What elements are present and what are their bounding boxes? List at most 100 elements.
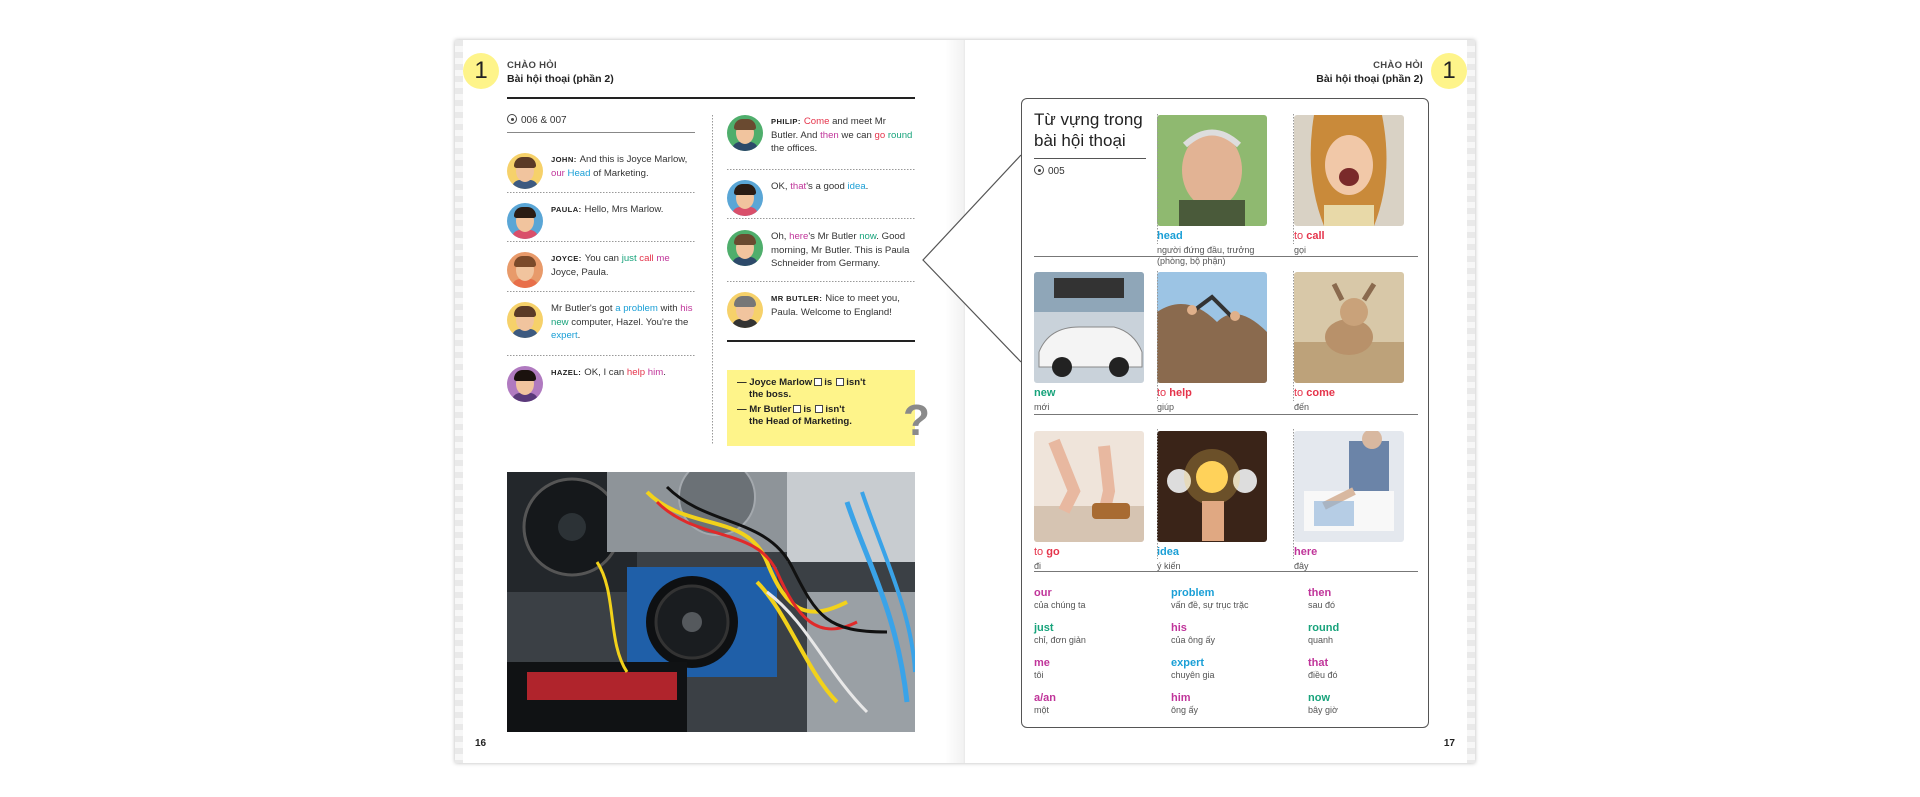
word-list-word: just bbox=[1034, 622, 1054, 634]
avatar-hair bbox=[734, 119, 756, 130]
divider bbox=[1034, 256, 1418, 257]
dialogue-text: PHILIP: Come and meet Mr Butler. And then… bbox=[771, 115, 915, 156]
word-list-item: a/an một bbox=[1034, 692, 1056, 716]
speaker-avatar bbox=[507, 203, 543, 239]
checkbox-isnt[interactable] bbox=[815, 405, 824, 413]
vocab-item-help: to help giúp bbox=[1157, 272, 1267, 413]
dialogue-text: Oh, here's Mr Butler now. Good morning, … bbox=[771, 230, 915, 271]
vocab-highlight: our bbox=[551, 167, 565, 179]
vocab-item-go: to go đi bbox=[1034, 431, 1144, 572]
word-list-word: a/an bbox=[1034, 692, 1057, 704]
word-list-word: problem bbox=[1171, 587, 1215, 599]
dialogue-fragment: Joyce, Paula. bbox=[551, 266, 609, 278]
divider bbox=[507, 132, 695, 133]
word-list-word: our bbox=[1034, 587, 1052, 599]
vocab-highlight: go bbox=[874, 129, 886, 141]
vocab-highlight: expert bbox=[551, 330, 578, 341]
column-divider bbox=[1293, 271, 1294, 401]
chapter-number-badge: 1 bbox=[463, 53, 499, 89]
speaker-avatar bbox=[727, 230, 763, 266]
right-page: CHÀO HỎI Bài hội thoại (phần 2) 1 Từ vựn… bbox=[922, 40, 1475, 763]
checkbox-is[interactable] bbox=[793, 405, 802, 413]
vocab-highlight: him bbox=[647, 367, 664, 378]
dialogue-fragment: 's a good bbox=[806, 181, 848, 192]
quiz-box: — Joyce Marlow is isn't the boss. — Mr Butle… bbox=[727, 370, 915, 446]
dialogue-fragment: Oh, bbox=[771, 231, 790, 242]
speaker-name: PHILIP: bbox=[771, 117, 801, 126]
dialogue-text: HAZEL: OK, I can help him. bbox=[551, 366, 666, 380]
vocab-word-text: go bbox=[1046, 546, 1060, 558]
word-list-translation: của ông ấy bbox=[1171, 635, 1216, 645]
avatar-hair bbox=[734, 296, 756, 307]
vocab-highlight: Come bbox=[803, 116, 830, 127]
column-divider bbox=[1293, 114, 1294, 244]
vocab-highlight: now bbox=[859, 231, 877, 242]
vocab-word-text: head bbox=[1157, 230, 1183, 242]
speaker-name: PAULA: bbox=[551, 205, 582, 214]
vocab-photo bbox=[1294, 272, 1404, 383]
word-list-item: round quanh bbox=[1308, 622, 1339, 646]
vocab-highlight: Head bbox=[567, 167, 591, 179]
dialogue-fragment: . bbox=[663, 367, 666, 378]
vocab-highlight: then bbox=[820, 129, 839, 141]
vocab-photo bbox=[1034, 272, 1144, 383]
vocab-word-text: call bbox=[1306, 230, 1325, 242]
vocab-highlight: round bbox=[887, 129, 913, 141]
vocab-translation: giúp bbox=[1157, 402, 1175, 412]
dialogue-line: HAZEL: OK, I can help him. bbox=[507, 366, 695, 402]
word-list-translation: một bbox=[1034, 705, 1050, 715]
speaker-avatar bbox=[727, 115, 763, 151]
word-list-item: his của ông ấy bbox=[1171, 622, 1215, 646]
word-list-item: me tôi bbox=[1034, 657, 1050, 681]
word-list-translation: bây giờ bbox=[1308, 705, 1338, 715]
dialogue-line: PAULA: Hello, Mrs Marlow. bbox=[507, 203, 695, 239]
speaker-name: JOYCE: bbox=[551, 254, 582, 263]
option-is-label: is bbox=[803, 404, 812, 415]
dotted-separator bbox=[727, 281, 915, 282]
word-list-translation: vấn đề, sự trục trặc bbox=[1171, 600, 1249, 610]
vocabulary-title-line: bài hội thoại bbox=[1034, 131, 1126, 150]
checkbox-isnt[interactable] bbox=[836, 378, 845, 386]
page-edge bbox=[1467, 40, 1475, 763]
word-list-translation: tôi bbox=[1034, 670, 1044, 680]
word-list-translation: ông ấy bbox=[1171, 705, 1199, 715]
vocab-highlight: call bbox=[639, 253, 654, 264]
vocab-prefix: to bbox=[1294, 230, 1307, 242]
vocab-highlight: here bbox=[789, 231, 809, 242]
speaker-avatar bbox=[727, 292, 763, 328]
audio-reference[interactable]: 006 & 007 bbox=[507, 114, 567, 126]
word-list-word: me bbox=[1034, 657, 1050, 669]
vocab-highlight: just bbox=[621, 253, 637, 264]
word-list-word: then bbox=[1308, 587, 1332, 599]
word-list-translation: chỉ, đơn giản bbox=[1034, 635, 1086, 645]
vocab-photo bbox=[1034, 431, 1144, 542]
quiz-statement: — Joyce Marlow bbox=[737, 377, 813, 388]
vocab-highlight: new bbox=[551, 316, 569, 328]
vocab-word: idea bbox=[1157, 546, 1183, 559]
audio-reference[interactable]: 005 bbox=[1034, 165, 1065, 177]
dialogue-line: Mr Butler's got a problem with his new c… bbox=[507, 302, 695, 343]
vocab-translation: đến bbox=[1294, 402, 1310, 412]
dotted-separator bbox=[727, 218, 915, 219]
dialogue-fragment: You can bbox=[584, 253, 622, 264]
section-title: Bài hội thoại (phần 2) bbox=[1316, 73, 1423, 85]
vocab-word: to come bbox=[1294, 387, 1338, 400]
word-list-item: our của chúng ta bbox=[1034, 587, 1086, 611]
checkbox-is[interactable] bbox=[814, 378, 823, 386]
vocab-word: to call bbox=[1294, 230, 1328, 243]
column-divider bbox=[712, 115, 713, 445]
word-list-item: him ông ấy bbox=[1171, 692, 1198, 716]
word-list-word: that bbox=[1308, 657, 1329, 669]
vocabulary-panel: Từ vựng trong bài hội thoại 005 head ngườ… bbox=[1021, 98, 1429, 728]
dialogue-line: JOYCE: You can just call me Joyce, Paula. bbox=[507, 252, 695, 288]
word-list-word: his bbox=[1171, 622, 1187, 634]
avatar-hair bbox=[514, 306, 536, 317]
vocab-word-text: new bbox=[1034, 387, 1056, 399]
section-small: CHÀO HỎI bbox=[507, 60, 557, 71]
dialogue-fragment: with bbox=[657, 303, 681, 314]
avatar-hair bbox=[734, 184, 756, 195]
quiz-line: — Mr Butler is isn't bbox=[737, 404, 905, 416]
dialogue-fragment: . bbox=[577, 330, 581, 341]
vocab-translation: mới bbox=[1034, 402, 1050, 412]
vocab-photo bbox=[1157, 115, 1267, 226]
